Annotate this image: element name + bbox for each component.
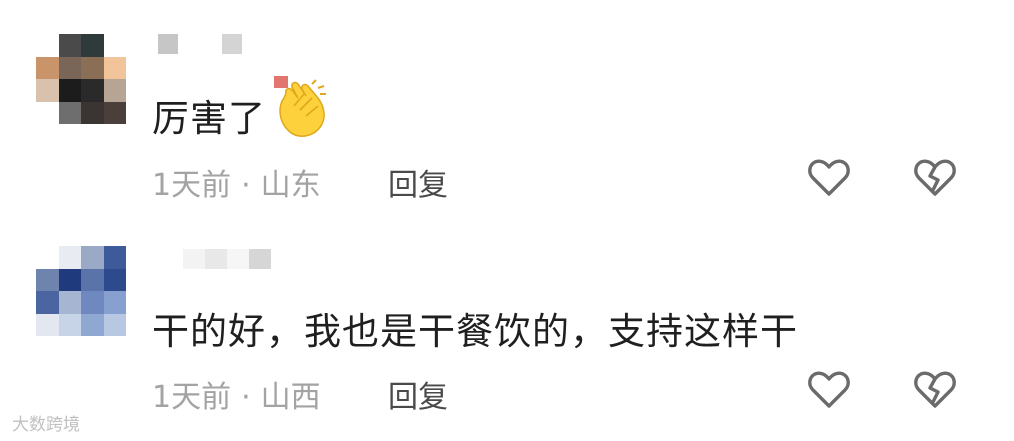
- heart-outline-icon[interactable]: [807, 158, 851, 198]
- watermark-text: 大数跨境: [12, 415, 80, 435]
- comment-meta: 1天前 · 山东: [152, 160, 321, 204]
- reply-button[interactable]: 回复: [388, 160, 448, 204]
- heart-outline-icon[interactable]: [807, 370, 851, 410]
- avatar[interactable]: [36, 34, 126, 124]
- comment-time: 1天前: [152, 168, 232, 203]
- comment-location: 山东: [260, 168, 321, 203]
- comment-text-content: 厉害了: [152, 97, 266, 140]
- comment-time: 1天前: [152, 380, 232, 415]
- username-blurred[interactable]: [183, 249, 271, 269]
- broken-heart-icon[interactable]: [913, 158, 957, 198]
- comment-text: 干的好，我也是干餐饮的，支持这样干: [152, 301, 798, 355]
- comment-meta: 1天前 · 山西: [152, 372, 321, 416]
- comment-location: 山西: [260, 380, 321, 415]
- username-blurred[interactable]: [158, 34, 250, 54]
- meta-separator: ·: [241, 380, 251, 415]
- comment-text: 厉害了: [152, 88, 266, 142]
- comment-text-content: 干的好，我也是干餐饮的，支持这样干: [152, 310, 798, 353]
- avatar[interactable]: [36, 246, 126, 336]
- watermark: 大数跨境: [12, 410, 80, 435]
- clapping-hands-emoji: [268, 76, 332, 140]
- reply-button[interactable]: 回复: [388, 372, 448, 416]
- meta-separator: ·: [241, 168, 251, 203]
- broken-heart-icon[interactable]: [913, 370, 957, 410]
